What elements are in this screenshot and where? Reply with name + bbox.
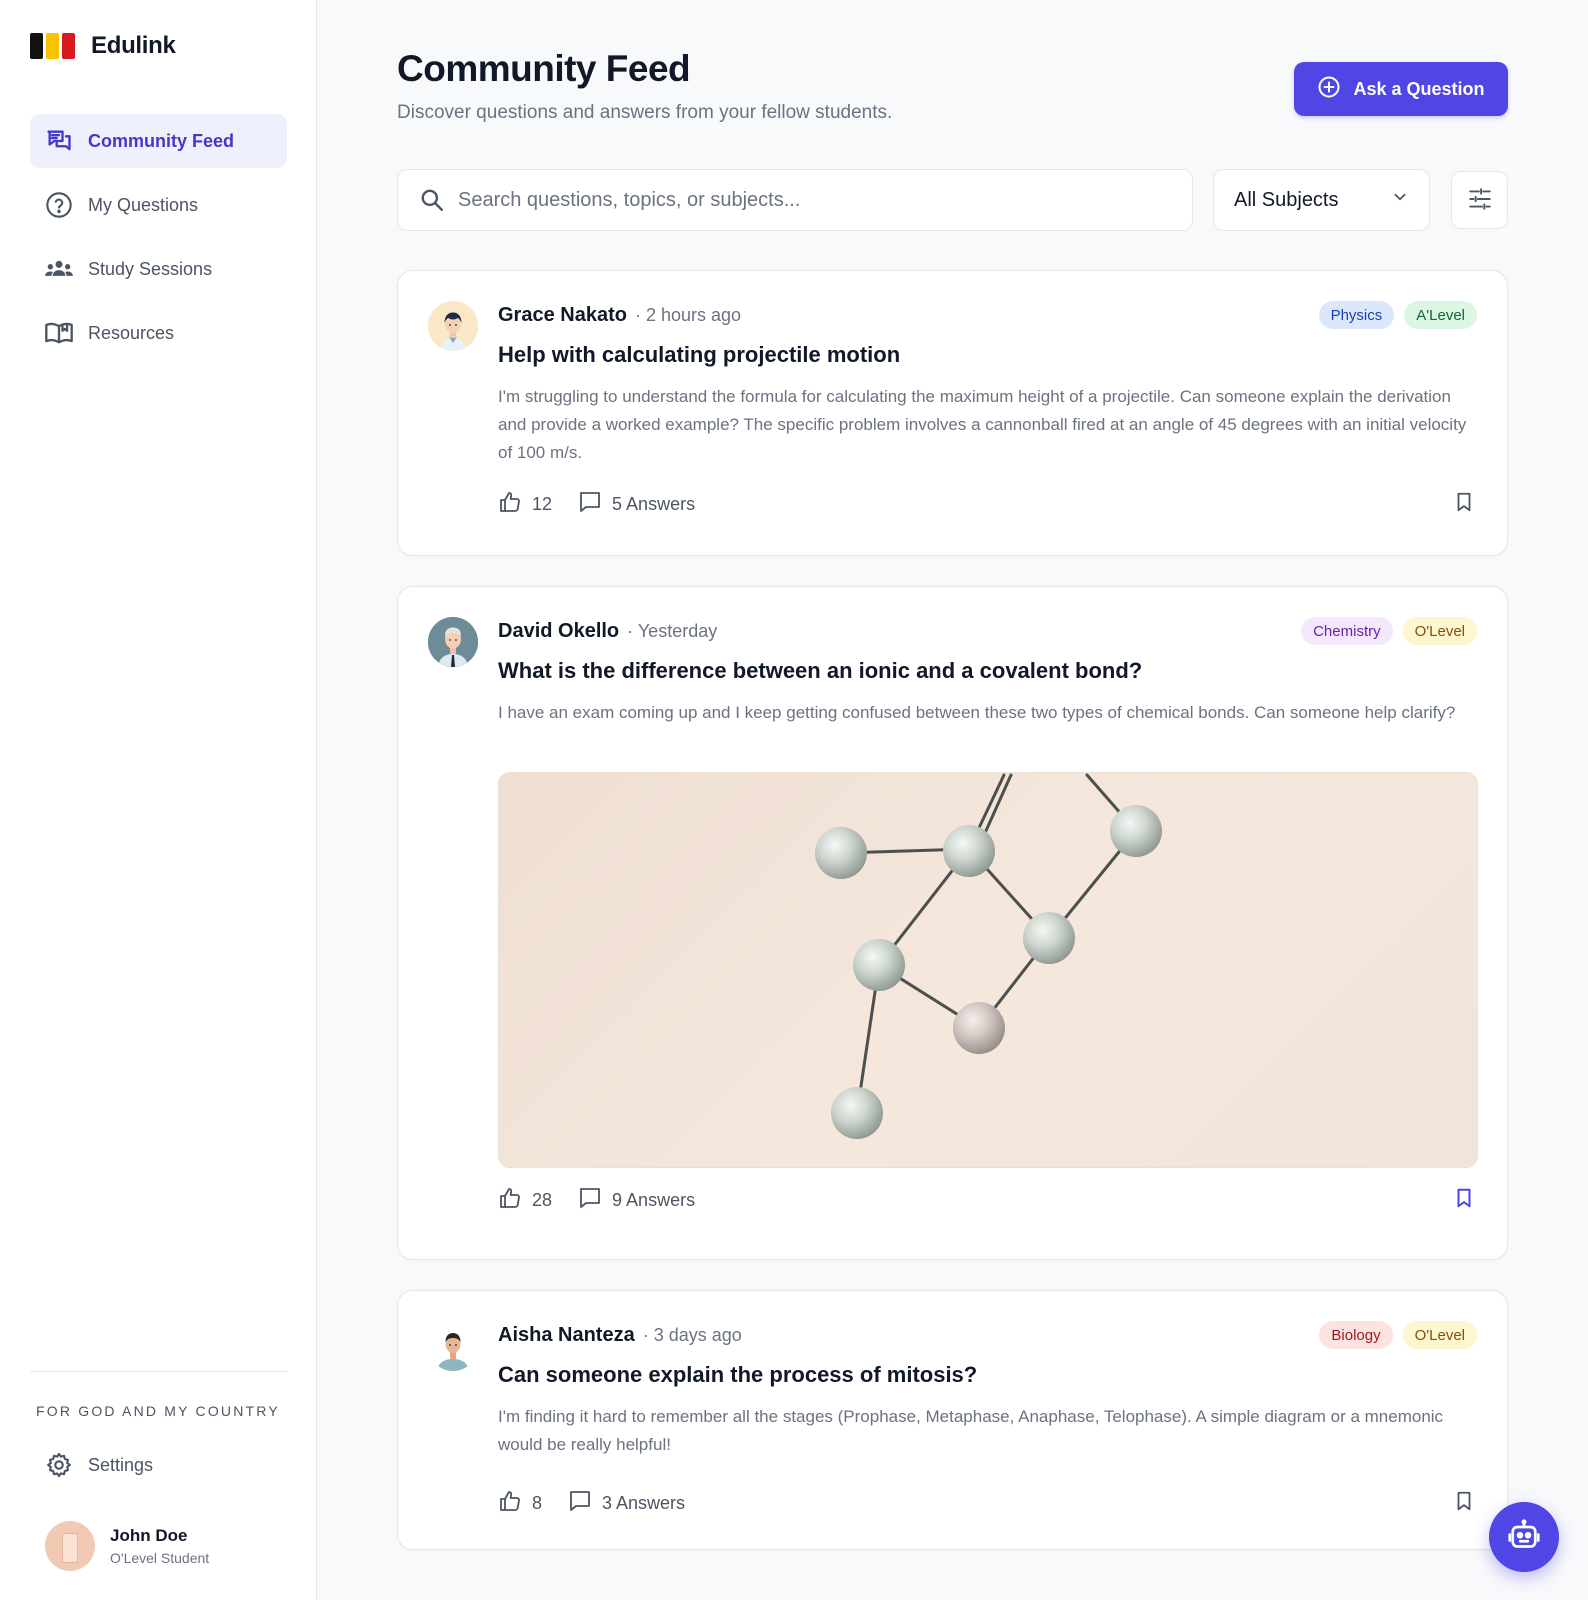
like-count: 8 xyxy=(532,1493,543,1513)
gear-icon xyxy=(44,1450,74,1480)
sidebar-item-community-feed[interactable]: Community Feed xyxy=(30,114,287,168)
advanced-filter-button[interactable] xyxy=(1451,171,1508,229)
search-input[interactable] xyxy=(458,188,1158,212)
app-name: Edulink xyxy=(91,32,176,59)
thumbs-up-icon xyxy=(498,490,522,519)
like-button[interactable]: 28 xyxy=(498,1186,552,1215)
question-title[interactable]: Help with calculating projectile motion xyxy=(498,342,900,368)
like-count: 28 xyxy=(532,1190,553,1210)
sidebar-divider xyxy=(30,1371,287,1372)
motto: FOR GOD AND MY COUNTRY xyxy=(36,1403,280,1419)
settings-label: Settings xyxy=(88,1454,154,1475)
page-subtitle: Discover questions and answers from your… xyxy=(397,102,893,123)
post-meta: Aisha Nanteza · 3 days ago xyxy=(498,1324,742,1347)
post-stats: 8 3 Answers xyxy=(498,1489,685,1518)
users-group-icon xyxy=(44,254,74,284)
subject-tag[interactable]: Biology xyxy=(1319,1321,1393,1349)
like-button[interactable]: 12 xyxy=(498,490,552,519)
subject-filter-value: All Subjects xyxy=(1234,188,1339,211)
page-title: Community Feed xyxy=(397,48,691,89)
chevron-down-icon xyxy=(1391,188,1409,212)
post-meta: David Okello · Yesterday xyxy=(498,620,717,643)
like-count: 12 xyxy=(532,494,553,514)
sidebar-item-resources[interactable]: Resources xyxy=(30,306,287,360)
question-title[interactable]: What is the difference between an ionic … xyxy=(498,658,1142,684)
question-body: I'm struggling to understand the formula… xyxy=(498,387,1467,462)
avatar xyxy=(428,1321,478,1371)
comment-icon xyxy=(568,1489,592,1518)
answers-count: 9 Answers xyxy=(612,1190,696,1210)
level-tag[interactable]: A'Level xyxy=(1404,301,1477,329)
answers-count: 3 Answers xyxy=(602,1493,686,1513)
post-stats: 12 5 Answers xyxy=(498,490,695,519)
question-body: I have an exam coming up and I keep gett… xyxy=(498,703,1456,722)
post-time: · 3 days ago xyxy=(642,1325,742,1345)
sidebar: Edulink Community Feed My Questions Stud… xyxy=(0,0,317,1600)
search-bar xyxy=(397,169,1193,231)
bookmark-icon[interactable] xyxy=(1451,1488,1477,1514)
question-card[interactable]: Grace Nakato · 2 hours ago Physics A'Lev… xyxy=(397,270,1508,556)
like-button[interactable]: 8 xyxy=(498,1489,542,1518)
bookmark-active-icon[interactable] xyxy=(1451,1185,1477,1211)
user-profile[interactable]: John Doe O'Level Student xyxy=(45,1521,209,1571)
comment-icon xyxy=(578,490,602,519)
question-body: I'm finding it hard to remember all the … xyxy=(498,1407,1444,1454)
sliders-icon xyxy=(1467,186,1493,215)
ai-assistant-button[interactable] xyxy=(1489,1502,1559,1572)
answers-button[interactable]: 9 Answers xyxy=(578,1186,695,1215)
sidebar-item-label: Resources xyxy=(88,322,175,343)
post-stats: 28 9 Answers xyxy=(498,1186,695,1215)
avatar xyxy=(428,301,478,351)
sidebar-nav: Community Feed My Questions Study Sessio… xyxy=(30,114,287,370)
tag-list: Physics A'Level xyxy=(1318,301,1477,329)
ask-question-label: Ask a Question xyxy=(1353,78,1485,99)
sidebar-item-settings[interactable]: Settings xyxy=(30,1440,287,1490)
tag-list: Biology O'Level xyxy=(1319,1321,1477,1349)
user-name: John Doe xyxy=(110,1526,188,1545)
chat-bubbles-icon xyxy=(44,126,74,156)
author-name[interactable]: Grace Nakato xyxy=(498,304,627,327)
logo[interactable]: Edulink xyxy=(30,32,176,60)
subject-tag[interactable]: Physics xyxy=(1318,301,1395,329)
question-title[interactable]: Can someone explain the process of mitos… xyxy=(498,1362,977,1388)
question-card[interactable]: David Okello · Yesterday Chemistry O'Lev… xyxy=(397,586,1508,1260)
question-circle-icon xyxy=(44,190,74,220)
answers-button[interactable]: 3 Answers xyxy=(568,1489,685,1518)
level-tag[interactable]: O'Level xyxy=(1402,617,1477,645)
answers-button[interactable]: 5 Answers xyxy=(578,490,695,519)
avatar xyxy=(45,1521,95,1571)
question-card[interactable]: Aisha Nanteza · 3 days ago Biology O'Lev… xyxy=(397,1290,1508,1550)
avatar xyxy=(428,617,478,667)
sidebar-item-study-sessions[interactable]: Study Sessions xyxy=(30,242,287,296)
plus-circle-icon xyxy=(1317,75,1341,104)
ask-question-button[interactable]: Ask a Question xyxy=(1294,62,1508,116)
search-icon xyxy=(418,186,446,214)
tag-list: Chemistry O'Level xyxy=(1301,617,1477,645)
comment-icon xyxy=(578,1186,602,1215)
bookmark-icon[interactable] xyxy=(1451,489,1477,515)
subject-filter-select[interactable]: All Subjects xyxy=(1213,169,1430,231)
post-meta: Grace Nakato · 2 hours ago xyxy=(498,304,741,327)
robot-icon xyxy=(1506,1518,1542,1557)
sidebar-item-label: Study Sessions xyxy=(88,258,213,279)
sidebar-item-label: My Questions xyxy=(88,194,199,215)
author-name[interactable]: David Okello xyxy=(498,620,619,643)
sidebar-item-my-questions[interactable]: My Questions xyxy=(30,178,287,232)
uganda-flag-logo-icon xyxy=(30,33,75,59)
post-time: · Yesterday xyxy=(627,621,718,641)
subject-tag[interactable]: Chemistry xyxy=(1301,617,1393,645)
user-role: O'Level Student xyxy=(110,1550,210,1566)
author-name[interactable]: Aisha Nanteza xyxy=(498,1324,635,1347)
molecule-image[interactable] xyxy=(498,772,1478,1168)
post-time: · 2 hours ago xyxy=(634,305,742,325)
answers-count: 5 Answers xyxy=(612,494,696,514)
thumbs-up-icon xyxy=(498,1489,522,1518)
book-open-icon xyxy=(44,318,74,348)
sidebar-item-label: Community Feed xyxy=(88,130,235,151)
thumbs-up-icon xyxy=(498,1186,522,1215)
level-tag[interactable]: O'Level xyxy=(1402,1321,1477,1349)
